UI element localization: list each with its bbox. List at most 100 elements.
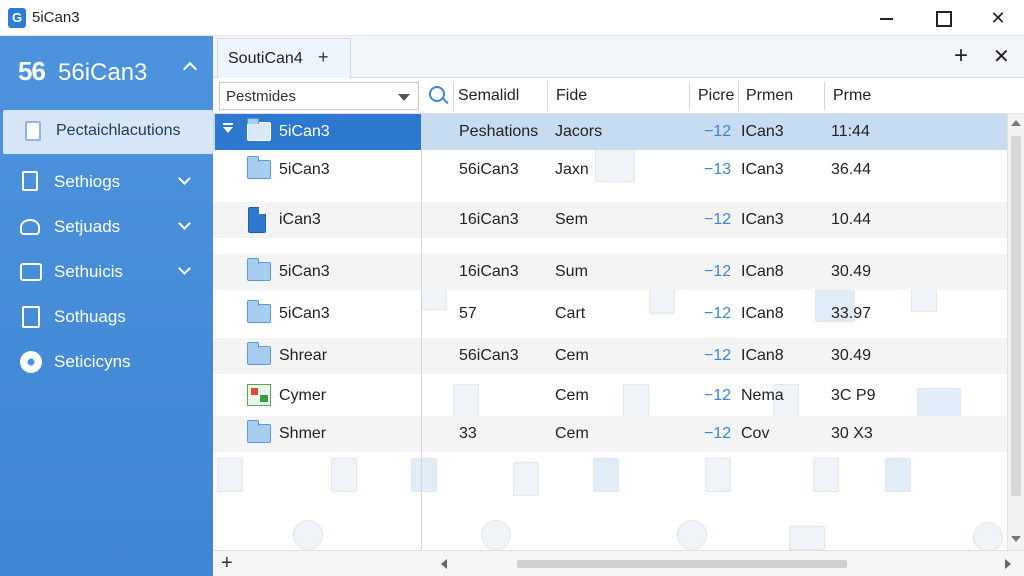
file-name: Shrear [279, 347, 328, 364]
calendar-icon [20, 263, 42, 281]
close-window-button[interactable]: ✕ [976, 4, 1020, 32]
name-cell[interactable]: 5iCan3 [215, 254, 421, 290]
column-divider[interactable] [547, 82, 548, 110]
document-icon [25, 121, 41, 141]
filter-dropdown[interactable]: Pestmides [219, 82, 419, 110]
cell: 10.44 [831, 211, 872, 228]
cell: Jaxn [555, 161, 589, 178]
sidebar-header[interactable]: 56 56iCan3 [0, 50, 213, 94]
faded-file-icon [331, 458, 357, 492]
tab-soutican4[interactable]: SoutiCan4 + [217, 38, 351, 78]
filter-value: Pestmides [226, 88, 297, 105]
name-cell[interactable]: 5iCan3 [215, 296, 421, 332]
window-title: 5iCan3 [32, 9, 80, 26]
cell: Sem [555, 211, 588, 228]
sidebar: 56 56iCan3 Pectaichlacutions Sethiogs Se… [0, 36, 213, 576]
add-item-button[interactable]: + [221, 552, 233, 575]
vertical-scrollbar[interactable] [1007, 114, 1024, 550]
collapse-icon[interactable] [223, 123, 233, 133]
sidebar-header-label: 56iCan3 [58, 59, 148, 86]
cell: −13 [704, 161, 732, 178]
faded-search-icon [481, 520, 511, 550]
table-row[interactable]: 5iCan3 16iCan3 Sum −12 ICan8 30.49 [213, 254, 1007, 290]
file-icon [248, 207, 266, 233]
chevron-down-icon[interactable] [178, 262, 191, 275]
cell: Nema [741, 387, 784, 404]
chevron-down-icon[interactable] [398, 94, 410, 101]
cell: −12 [704, 425, 732, 442]
file-name: 5iCan3 [279, 161, 330, 178]
new-tab-icon[interactable]: + [318, 47, 329, 68]
chevron-up-icon[interactable] [182, 61, 198, 77]
gear-icon [20, 351, 42, 373]
scroll-thumb[interactable] [517, 560, 847, 568]
table-row[interactable]: Cymer Cem −12 Nema 3C P9 [213, 378, 1007, 414]
table-row[interactable]: 5iCan3 Peshations Jacors −12 ICan3 11:44 [213, 114, 1007, 150]
sidebar-item-label: Sethiogs [54, 172, 121, 191]
cell: Cov [741, 425, 770, 442]
table-row[interactable]: iCan3 16iCan3 Sem −12 ICan3 10.44 [213, 202, 1007, 238]
table-row[interactable]: Shmer 33 Cem −12 Cov 30 X3 [213, 416, 1007, 452]
brand-icon: 56 [18, 56, 46, 86]
faded-file-icon [705, 458, 731, 492]
name-cell[interactable]: Shrear [215, 338, 421, 374]
cell: Cart [555, 305, 586, 322]
add-button[interactable]: + [954, 42, 980, 70]
scroll-left-icon[interactable] [441, 559, 447, 569]
cell: 11:44 [831, 123, 870, 140]
minimize-button[interactable] [864, 4, 908, 32]
chevron-down-icon[interactable] [178, 172, 191, 185]
scroll-up-icon[interactable] [1011, 120, 1021, 126]
file-name: 5iCan3 [279, 263, 330, 280]
column-header[interactable]: Picre [698, 87, 734, 105]
scroll-down-icon[interactable] [1011, 536, 1021, 542]
maximize-button[interactable] [920, 4, 964, 32]
scroll-right-icon[interactable] [1005, 559, 1011, 569]
faded-file-icon [513, 462, 539, 496]
search-icon[interactable] [429, 86, 445, 102]
sidebar-item-clipboard[interactable]: Sothuags [0, 295, 213, 339]
cell: Peshations [459, 123, 539, 140]
table-row[interactable]: 5iCan3 57 Cart −12 ICan8 33.97 [213, 296, 1007, 332]
column-header[interactable]: Prme [833, 87, 871, 105]
cell: 36.44 [831, 161, 872, 178]
sidebar-item-settings[interactable]: Sethiogs [0, 160, 213, 204]
cell: 56iCan3 [459, 347, 519, 364]
cell: ICan8 [741, 347, 784, 364]
column-divider[interactable] [453, 82, 454, 110]
sidebar-item-applications[interactable]: Pectaichlacutions [3, 110, 213, 154]
scroll-thumb[interactable] [1011, 136, 1021, 496]
name-cell[interactable]: 5iCan3 [215, 152, 421, 188]
column-divider[interactable] [824, 82, 825, 110]
sidebar-item-preferences[interactable]: Seticicyns [0, 340, 213, 384]
chevron-down-icon[interactable] [178, 217, 191, 230]
cell: −12 [704, 263, 732, 280]
cell: 30.49 [831, 347, 872, 364]
cell: Jacors [555, 123, 603, 140]
app-logo-icon: G [8, 8, 26, 28]
table-row[interactable]: Shrear 56iCan3 Cem −12 ICan8 30.49 [213, 338, 1007, 374]
column-header[interactable]: Fide [556, 87, 587, 105]
sidebar-item-label: Setjuads [54, 217, 121, 236]
name-cell[interactable]: iCan3 [215, 202, 421, 238]
name-cell[interactable]: 5iCan3 [215, 114, 421, 150]
column-divider[interactable] [738, 82, 739, 110]
folder-icon [247, 420, 271, 443]
faded-file-icon [217, 458, 243, 492]
horizontal-scrollbar[interactable] [439, 557, 1013, 571]
cell: 30.49 [831, 263, 872, 280]
file-name: Cymer [279, 387, 327, 404]
column-divider[interactable] [689, 82, 690, 110]
column-header[interactable]: Semalidl [458, 87, 519, 105]
cell: ICan8 [741, 305, 784, 322]
name-cell[interactable]: Shmer [215, 416, 421, 452]
close-tab-button[interactable]: ✕ [993, 44, 1015, 70]
sidebar-item-calendar[interactable]: Sethuicis [0, 250, 213, 294]
cell: 56iCan3 [459, 161, 519, 178]
cell: 16iCan3 [459, 211, 519, 228]
column-header[interactable]: Prmen [746, 87, 793, 105]
faded-search-icon [973, 522, 1003, 550]
table-row[interactable]: 5iCan3 56iCan3 Jaxn −13 ICan3 36.44 [213, 152, 1007, 188]
name-cell[interactable]: Cymer [215, 378, 421, 414]
sidebar-item-users[interactable]: Setjuads [0, 205, 213, 249]
